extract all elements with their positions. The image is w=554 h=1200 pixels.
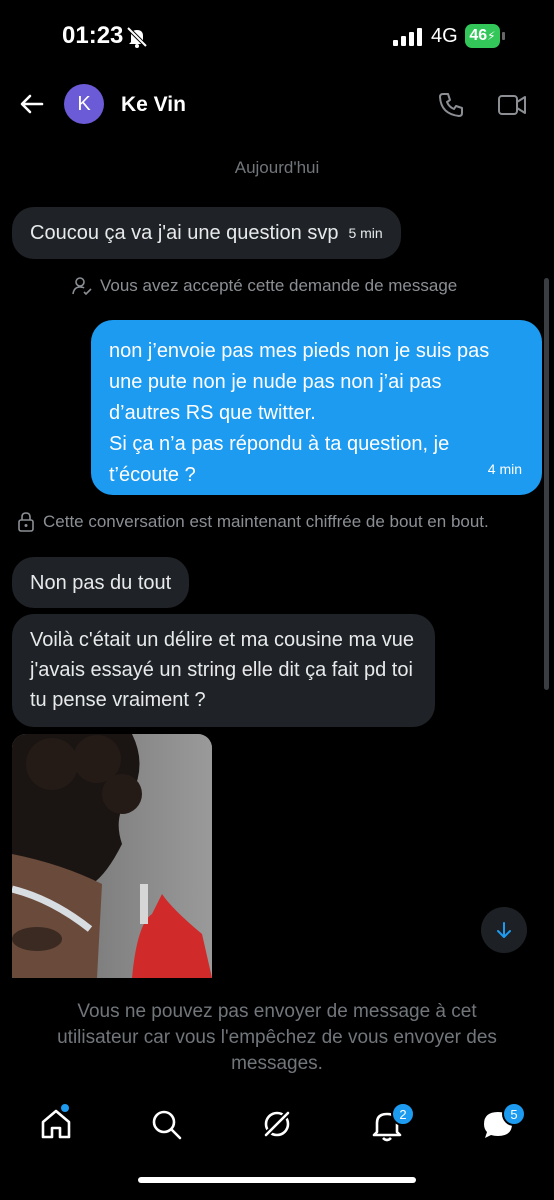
photo-content — [12, 734, 212, 978]
phone-icon[interactable] — [438, 92, 464, 118]
system-notice: Vous avez accepté cette demande de messa… — [72, 276, 457, 296]
signal-icon — [393, 28, 422, 46]
bell-off-icon — [126, 26, 148, 48]
outgoing-message[interactable]: non j’envoie pas mes pieds non je suis p… — [91, 320, 542, 495]
message-time: 4 min — [487, 461, 522, 477]
battery-level: 46 — [469, 27, 488, 44]
blocked-line: messages. — [231, 1053, 323, 1074]
video-call-icon[interactable] — [497, 92, 527, 118]
message-text: Non pas du tout — [30, 571, 172, 594]
search-icon[interactable] — [149, 1107, 183, 1141]
system-notice-text: Vous avez accepté cette demande de messa… — [100, 276, 458, 295]
encryption-notice: Cette conversation est maintenant chiffr… — [17, 512, 489, 532]
home-indicator — [138, 1177, 416, 1183]
incoming-message[interactable]: Voilà c'était un délire et ma cousine ma… — [12, 614, 435, 727]
blocked-line: Vous ne pouvez pas envoyer de message à … — [77, 1001, 477, 1022]
blocked-notice: Vous ne pouvez pas envoyer de message à … — [30, 999, 524, 1077]
status-time: 01:23 — [62, 22, 124, 49]
messages-badge: 5 — [502, 1102, 526, 1126]
message-line: Si ça n’a pas répondu à ta question, je — [109, 433, 450, 455]
user-check-icon — [72, 277, 92, 296]
message-time: 5 min — [348, 225, 383, 241]
encryption-notice-text: Cette conversation est maintenant chiffr… — [43, 512, 489, 531]
lock-icon — [18, 512, 34, 532]
battery-icon: 46 ⚡ — [465, 24, 505, 48]
incoming-message[interactable]: Non pas du tout — [12, 557, 190, 608]
message-text: Coucou ça va j'ai une question svp — [30, 222, 339, 244]
arrow-down-icon — [497, 922, 511, 938]
message-line: une pute non je nude pas non j’ai pas — [109, 371, 442, 393]
home-unread-dot — [61, 1104, 69, 1112]
day-separator: Aujourd'hui — [234, 158, 320, 177]
notifications-badge: 2 — [391, 1102, 415, 1126]
message-line: non j’envoie pas mes pieds non je suis p… — [109, 340, 490, 362]
message-line: Voilà c'était un délire et ma cousine ma… — [30, 629, 415, 651]
blocked-line: utilisateur car vous l'empêchez de vous … — [57, 1027, 497, 1048]
back-arrow-icon[interactable] — [18, 90, 46, 118]
message-line: tu pense vraiment ? — [30, 689, 206, 711]
network-type: 4G — [431, 25, 458, 47]
incoming-message[interactable]: Coucou ça va j'ai une question svp 5 min — [12, 207, 401, 259]
message-line: j'avais essayé un string elle dit ça fai… — [30, 659, 413, 681]
scroll-to-bottom-button[interactable] — [481, 907, 527, 953]
contact-name[interactable]: Ke Vin — [121, 93, 186, 117]
avatar[interactable]: K — [64, 84, 104, 124]
grok-icon[interactable] — [260, 1107, 294, 1141]
message-line: d’autres RS que twitter. — [109, 402, 316, 424]
shared-photo[interactable] — [12, 734, 212, 978]
message-line: t’écoute ? — [109, 464, 196, 486]
avatar-initial: K — [77, 92, 91, 115]
scrollbar[interactable] — [544, 278, 549, 690]
home-icon[interactable] — [39, 1107, 73, 1141]
